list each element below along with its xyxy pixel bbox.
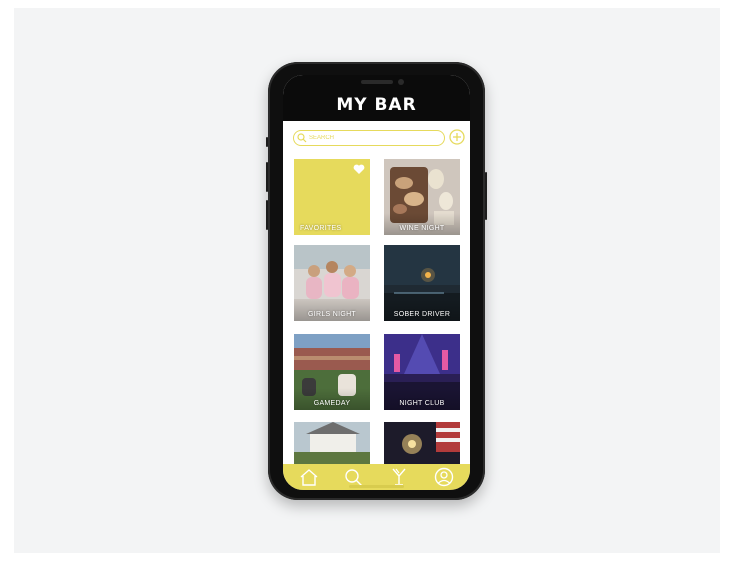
category-label: GAMEDAY: [313, 400, 351, 407]
volume-up-button: [266, 162, 268, 192]
category-sober-driver[interactable]: SOBER DRIVER: [384, 245, 460, 321]
speaker-grille: [361, 80, 393, 84]
category-label: NIGHT CLUB: [399, 400, 445, 407]
category-girls-night[interactable]: GIRLS NIGHT: [294, 245, 370, 321]
category-label: SOBER DRIVER: [393, 311, 451, 318]
volume-down-button: [266, 200, 268, 230]
category-night-club[interactable]: NIGHT CLUB: [384, 334, 460, 410]
search-row: [293, 129, 465, 148]
search-small-icon: [297, 133, 307, 143]
home-indicator: [349, 485, 404, 488]
search-icon[interactable]: [343, 467, 365, 487]
category-label: WINE NIGHT: [399, 225, 445, 232]
category-favorites[interactable]: FAVORITES: [294, 159, 370, 235]
category-gameday[interactable]: GAMEDAY: [294, 334, 370, 410]
home-icon[interactable]: [298, 467, 320, 487]
heart-icon: [353, 164, 365, 174]
power-button: [485, 172, 487, 220]
category-wine-night[interactable]: WINE NIGHT: [384, 159, 460, 235]
header: MY BAR: [283, 75, 470, 121]
phone-screen: MY BAR FAVORITES: [283, 75, 470, 490]
front-camera: [398, 79, 404, 85]
app-logo: MY BAR: [336, 95, 417, 115]
mute-switch: [266, 137, 268, 147]
search-field[interactable]: [293, 130, 445, 146]
category-label: GIRLS NIGHT: [307, 311, 357, 318]
profile-icon[interactable]: [433, 467, 455, 487]
cocktail-icon[interactable]: [388, 467, 410, 487]
add-circle-icon[interactable]: [449, 129, 465, 145]
category-label: FAVORITES: [300, 225, 342, 232]
search-input[interactable]: [309, 132, 437, 144]
